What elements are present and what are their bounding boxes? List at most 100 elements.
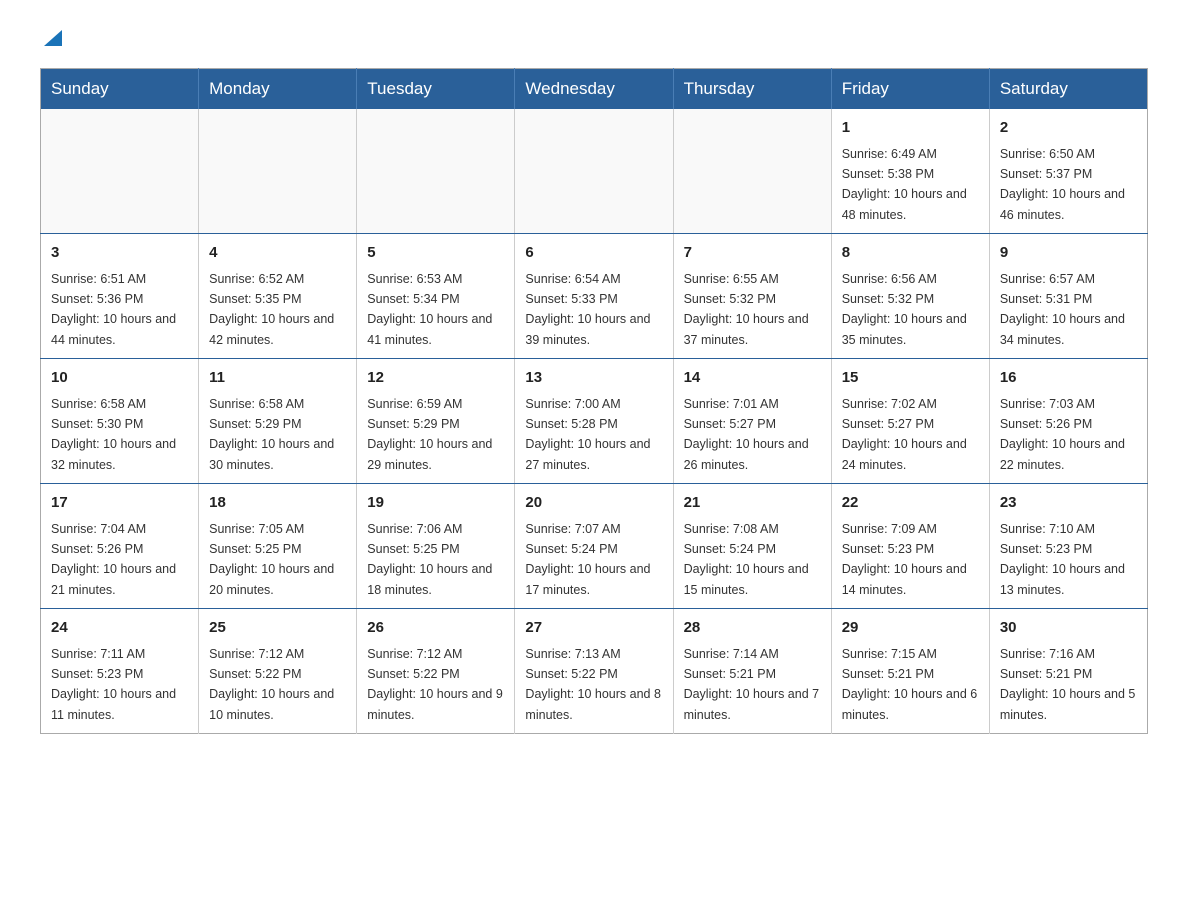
day-sun-info: Sunrise: 7:04 AM Sunset: 5:26 PM Dayligh… bbox=[51, 522, 176, 597]
calendar-cell: 27 Sunrise: 7:13 AM Sunset: 5:22 PM Dayli… bbox=[515, 609, 673, 734]
day-number: 8 bbox=[842, 242, 979, 265]
calendar-cell: 5 Sunrise: 6:53 AM Sunset: 5:34 PM Daylig… bbox=[357, 234, 515, 359]
day-number: 14 bbox=[684, 367, 821, 390]
calendar-week-row-1: 1 Sunrise: 6:49 AM Sunset: 5:38 PM Daylig… bbox=[41, 109, 1148, 234]
calendar-cell: 28 Sunrise: 7:14 AM Sunset: 5:21 PM Dayli… bbox=[673, 609, 831, 734]
day-sun-info: Sunrise: 6:54 AM Sunset: 5:33 PM Dayligh… bbox=[525, 272, 650, 347]
day-sun-info: Sunrise: 7:13 AM Sunset: 5:22 PM Dayligh… bbox=[525, 647, 661, 722]
day-number: 20 bbox=[525, 492, 662, 515]
day-number: 15 bbox=[842, 367, 979, 390]
calendar-cell: 13 Sunrise: 7:00 AM Sunset: 5:28 PM Dayli… bbox=[515, 359, 673, 484]
day-sun-info: Sunrise: 7:00 AM Sunset: 5:28 PM Dayligh… bbox=[525, 397, 650, 472]
day-sun-info: Sunrise: 7:03 AM Sunset: 5:26 PM Dayligh… bbox=[1000, 397, 1125, 472]
day-sun-info: Sunrise: 7:05 AM Sunset: 5:25 PM Dayligh… bbox=[209, 522, 334, 597]
calendar-week-row-4: 17 Sunrise: 7:04 AM Sunset: 5:26 PM Dayli… bbox=[41, 484, 1148, 609]
calendar-cell bbox=[41, 109, 199, 234]
day-sun-info: Sunrise: 7:06 AM Sunset: 5:25 PM Dayligh… bbox=[367, 522, 492, 597]
logo-triangle-icon bbox=[42, 26, 64, 48]
day-number: 11 bbox=[209, 367, 346, 390]
weekday-header-sunday: Sunday bbox=[41, 69, 199, 110]
day-sun-info: Sunrise: 7:01 AM Sunset: 5:27 PM Dayligh… bbox=[684, 397, 809, 472]
calendar-cell: 8 Sunrise: 6:56 AM Sunset: 5:32 PM Daylig… bbox=[831, 234, 989, 359]
calendar-cell: 15Sunrise: 7:02 AM Sunset: 5:27 PM Dayli… bbox=[831, 359, 989, 484]
weekday-header-monday: Monday bbox=[199, 69, 357, 110]
calendar-cell: 24 Sunrise: 7:11 AM Sunset: 5:23 PM Dayli… bbox=[41, 609, 199, 734]
day-number: 30 bbox=[1000, 617, 1137, 640]
calendar-cell: 21 Sunrise: 7:08 AM Sunset: 5:24 PM Dayli… bbox=[673, 484, 831, 609]
day-sun-info: Sunrise: 6:53 AM Sunset: 5:34 PM Dayligh… bbox=[367, 272, 492, 347]
calendar-cell: 10 Sunrise: 6:58 AM Sunset: 5:30 PM Dayli… bbox=[41, 359, 199, 484]
day-sun-info: Sunrise: 7:11 AM Sunset: 5:23 PM Dayligh… bbox=[51, 647, 176, 722]
day-number: 19 bbox=[367, 492, 504, 515]
day-sun-info: Sunrise: 6:58 AM Sunset: 5:30 PM Dayligh… bbox=[51, 397, 176, 472]
day-number: 1 bbox=[842, 117, 979, 140]
calendar-cell: 6 Sunrise: 6:54 AM Sunset: 5:33 PM Daylig… bbox=[515, 234, 673, 359]
day-number: 27 bbox=[525, 617, 662, 640]
day-sun-info: Sunrise: 7:07 AM Sunset: 5:24 PM Dayligh… bbox=[525, 522, 650, 597]
day-sun-info: Sunrise: 7:12 AM Sunset: 5:22 PM Dayligh… bbox=[209, 647, 334, 722]
day-sun-info: Sunrise: 6:57 AM Sunset: 5:31 PM Dayligh… bbox=[1000, 272, 1125, 347]
calendar-cell bbox=[357, 109, 515, 234]
day-number: 6 bbox=[525, 242, 662, 265]
calendar-cell: 7 Sunrise: 6:55 AM Sunset: 5:32 PM Daylig… bbox=[673, 234, 831, 359]
calendar-week-row-3: 10 Sunrise: 6:58 AM Sunset: 5:30 PM Dayli… bbox=[41, 359, 1148, 484]
calendar-cell: 16Sunrise: 7:03 AM Sunset: 5:26 PM Dayli… bbox=[989, 359, 1147, 484]
calendar-cell: 3 Sunrise: 6:51 AM Sunset: 5:36 PM Daylig… bbox=[41, 234, 199, 359]
day-sun-info: Sunrise: 6:58 AM Sunset: 5:29 PM Dayligh… bbox=[209, 397, 334, 472]
calendar-cell: 29Sunrise: 7:15 AM Sunset: 5:21 PM Dayli… bbox=[831, 609, 989, 734]
weekday-header-tuesday: Tuesday bbox=[357, 69, 515, 110]
calendar-cell: 18 Sunrise: 7:05 AM Sunset: 5:25 PM Dayli… bbox=[199, 484, 357, 609]
logo-area bbox=[40, 30, 64, 48]
day-sun-info: Sunrise: 6:49 AM Sunset: 5:38 PM Dayligh… bbox=[842, 147, 967, 222]
calendar-cell: 4 Sunrise: 6:52 AM Sunset: 5:35 PM Daylig… bbox=[199, 234, 357, 359]
day-number: 17 bbox=[51, 492, 188, 515]
day-sun-info: Sunrise: 7:12 AM Sunset: 5:22 PM Dayligh… bbox=[367, 647, 503, 722]
day-number: 13 bbox=[525, 367, 662, 390]
day-number: 24 bbox=[51, 617, 188, 640]
day-sun-info: Sunrise: 7:08 AM Sunset: 5:24 PM Dayligh… bbox=[684, 522, 809, 597]
calendar-cell: 26Sunrise: 7:12 AM Sunset: 5:22 PM Dayli… bbox=[357, 609, 515, 734]
weekday-header-wednesday: Wednesday bbox=[515, 69, 673, 110]
day-sun-info: Sunrise: 6:59 AM Sunset: 5:29 PM Dayligh… bbox=[367, 397, 492, 472]
day-number: 10 bbox=[51, 367, 188, 390]
day-sun-info: Sunrise: 6:50 AM Sunset: 5:37 PM Dayligh… bbox=[1000, 147, 1125, 222]
calendar-table: SundayMondayTuesdayWednesdayThursdayFrid… bbox=[40, 68, 1148, 734]
day-sun-info: Sunrise: 7:14 AM Sunset: 5:21 PM Dayligh… bbox=[684, 647, 820, 722]
day-sun-info: Sunrise: 7:09 AM Sunset: 5:23 PM Dayligh… bbox=[842, 522, 967, 597]
day-number: 5 bbox=[367, 242, 504, 265]
calendar-cell: 17 Sunrise: 7:04 AM Sunset: 5:26 PM Dayli… bbox=[41, 484, 199, 609]
calendar-cell: 23 Sunrise: 7:10 AM Sunset: 5:23 PM Dayli… bbox=[989, 484, 1147, 609]
day-sun-info: Sunrise: 6:56 AM Sunset: 5:32 PM Dayligh… bbox=[842, 272, 967, 347]
weekday-header-saturday: Saturday bbox=[989, 69, 1147, 110]
day-number: 12 bbox=[367, 367, 504, 390]
page-header bbox=[40, 30, 1148, 48]
calendar-cell: 9Sunrise: 6:57 AM Sunset: 5:31 PM Daylig… bbox=[989, 234, 1147, 359]
day-number: 25 bbox=[209, 617, 346, 640]
calendar-cell bbox=[673, 109, 831, 234]
day-number: 3 bbox=[51, 242, 188, 265]
calendar-cell bbox=[199, 109, 357, 234]
day-sun-info: Sunrise: 6:55 AM Sunset: 5:32 PM Dayligh… bbox=[684, 272, 809, 347]
day-number: 18 bbox=[209, 492, 346, 515]
day-number: 4 bbox=[209, 242, 346, 265]
day-number: 23 bbox=[1000, 492, 1137, 515]
calendar-cell: 11 Sunrise: 6:58 AM Sunset: 5:29 PM Dayli… bbox=[199, 359, 357, 484]
day-sun-info: Sunrise: 7:10 AM Sunset: 5:23 PM Dayligh… bbox=[1000, 522, 1125, 597]
calendar-cell: 2 Sunrise: 6:50 AM Sunset: 5:37 PM Daylig… bbox=[989, 109, 1147, 234]
calendar-cell: 14 Sunrise: 7:01 AM Sunset: 5:27 PM Dayli… bbox=[673, 359, 831, 484]
calendar-cell: 12 Sunrise: 6:59 AM Sunset: 5:29 PM Dayli… bbox=[357, 359, 515, 484]
calendar-cell: 1 Sunrise: 6:49 AM Sunset: 5:38 PM Daylig… bbox=[831, 109, 989, 234]
calendar-cell: 19 Sunrise: 7:06 AM Sunset: 5:25 PM Dayli… bbox=[357, 484, 515, 609]
day-number: 2 bbox=[1000, 117, 1137, 140]
day-sun-info: Sunrise: 6:51 AM Sunset: 5:36 PM Dayligh… bbox=[51, 272, 176, 347]
day-number: 21 bbox=[684, 492, 821, 515]
calendar-week-row-2: 3 Sunrise: 6:51 AM Sunset: 5:36 PM Daylig… bbox=[41, 234, 1148, 359]
day-number: 28 bbox=[684, 617, 821, 640]
weekday-header-row: SundayMondayTuesdayWednesdayThursdayFrid… bbox=[41, 69, 1148, 110]
day-number: 7 bbox=[684, 242, 821, 265]
calendar-cell: 30 Sunrise: 7:16 AM Sunset: 5:21 PM Dayli… bbox=[989, 609, 1147, 734]
day-sun-info: Sunrise: 6:52 AM Sunset: 5:35 PM Dayligh… bbox=[209, 272, 334, 347]
calendar-cell bbox=[515, 109, 673, 234]
day-sun-info: Sunrise: 7:16 AM Sunset: 5:21 PM Dayligh… bbox=[1000, 647, 1136, 722]
calendar-cell: 25 Sunrise: 7:12 AM Sunset: 5:22 PM Dayli… bbox=[199, 609, 357, 734]
